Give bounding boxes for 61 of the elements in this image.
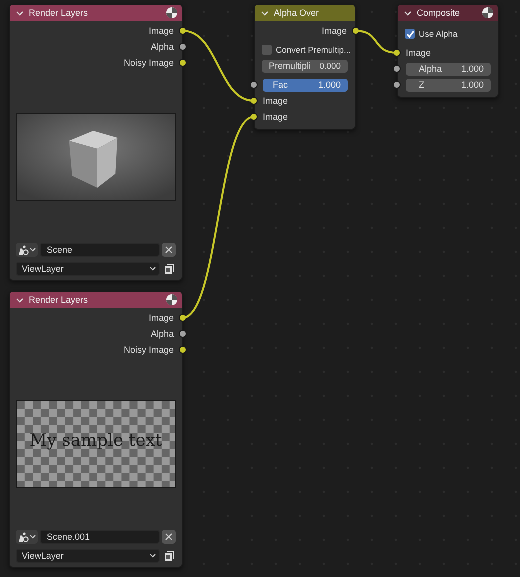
- fac-slider[interactable]: Fac 1.000: [263, 78, 348, 92]
- checkbox[interactable]: [405, 29, 415, 39]
- preview-text: My sample text: [28, 431, 164, 451]
- layers-icon: [164, 550, 174, 562]
- caret-icon: [30, 248, 36, 252]
- socket-label: Image: [322, 26, 347, 36]
- collapse-caret-icon[interactable]: [16, 298, 24, 302]
- node-title: Render Layers: [29, 8, 90, 18]
- socket-label: Image: [263, 96, 288, 106]
- checkbox[interactable]: [262, 45, 272, 55]
- view-layer-button[interactable]: [162, 262, 176, 276]
- collapse-caret-icon[interactable]: [16, 10, 24, 16]
- output-socket[interactable]: [179, 59, 187, 67]
- view-layer-button[interactable]: [162, 549, 176, 563]
- render-sphere-icon: [166, 294, 178, 306]
- input-socket[interactable]: [250, 81, 258, 89]
- input-socket[interactable]: [393, 81, 401, 89]
- input-socket[interactable]: [393, 65, 401, 73]
- node-title: Alpha Over: [274, 8, 320, 18]
- collapse-caret-icon[interactable]: [404, 10, 412, 16]
- caret-icon: [150, 267, 156, 271]
- number-field[interactable]: Premultipli 0.000: [262, 60, 348, 72]
- render-sphere-icon: [166, 7, 178, 19]
- socket-label: Alpha: [150, 42, 174, 52]
- close-icon: [165, 533, 173, 541]
- socket-label: Image: [148, 26, 174, 36]
- output-socket[interactable]: [179, 43, 187, 51]
- checkbox-label: Convert Premultip...: [276, 45, 352, 55]
- socket-label: Noisy Image: [124, 345, 174, 355]
- scene-icon: [18, 244, 29, 256]
- render-sphere-icon: [482, 7, 494, 19]
- scene-selector[interactable]: [16, 243, 38, 257]
- close-button[interactable]: [162, 243, 176, 257]
- scene-selector[interactable]: [16, 530, 38, 544]
- scene-field[interactable]: Scene.001: [40, 530, 160, 544]
- layers-icon: [164, 264, 174, 274]
- socket-label: Image: [406, 48, 432, 58]
- node-header[interactable]: Alpha Over: [255, 5, 355, 21]
- socket-label: Noisy Image: [124, 58, 174, 68]
- caret-icon: [150, 554, 156, 558]
- number-field[interactable]: Alpha 1.000: [406, 62, 491, 76]
- number-field[interactable]: Z 1.000: [406, 78, 491, 92]
- node-header[interactable]: Composite: [398, 5, 498, 21]
- output-socket[interactable]: [179, 330, 187, 338]
- socket-label: Image: [263, 112, 288, 122]
- view-layer-dropdown[interactable]: ViewLayer: [16, 262, 160, 276]
- node-header[interactable]: Render Layers: [10, 5, 182, 21]
- socket-label: Alpha: [150, 329, 174, 339]
- caret-icon: [30, 535, 36, 539]
- node-title: Composite: [417, 8, 462, 18]
- scene-field[interactable]: Scene: [40, 243, 160, 257]
- output-socket[interactable]: [179, 346, 187, 354]
- checkbox-label: Use Alpha: [419, 29, 458, 39]
- close-button[interactable]: [162, 530, 176, 544]
- view-layer-dropdown[interactable]: ViewLayer: [16, 549, 160, 563]
- close-icon: [165, 246, 173, 254]
- socket-label: Image: [148, 313, 174, 323]
- node-header[interactable]: Render Layers: [10, 292, 182, 308]
- scene-icon: [18, 532, 29, 542]
- collapse-caret-icon[interactable]: [261, 10, 269, 16]
- node-title: Render Layers: [29, 295, 90, 305]
